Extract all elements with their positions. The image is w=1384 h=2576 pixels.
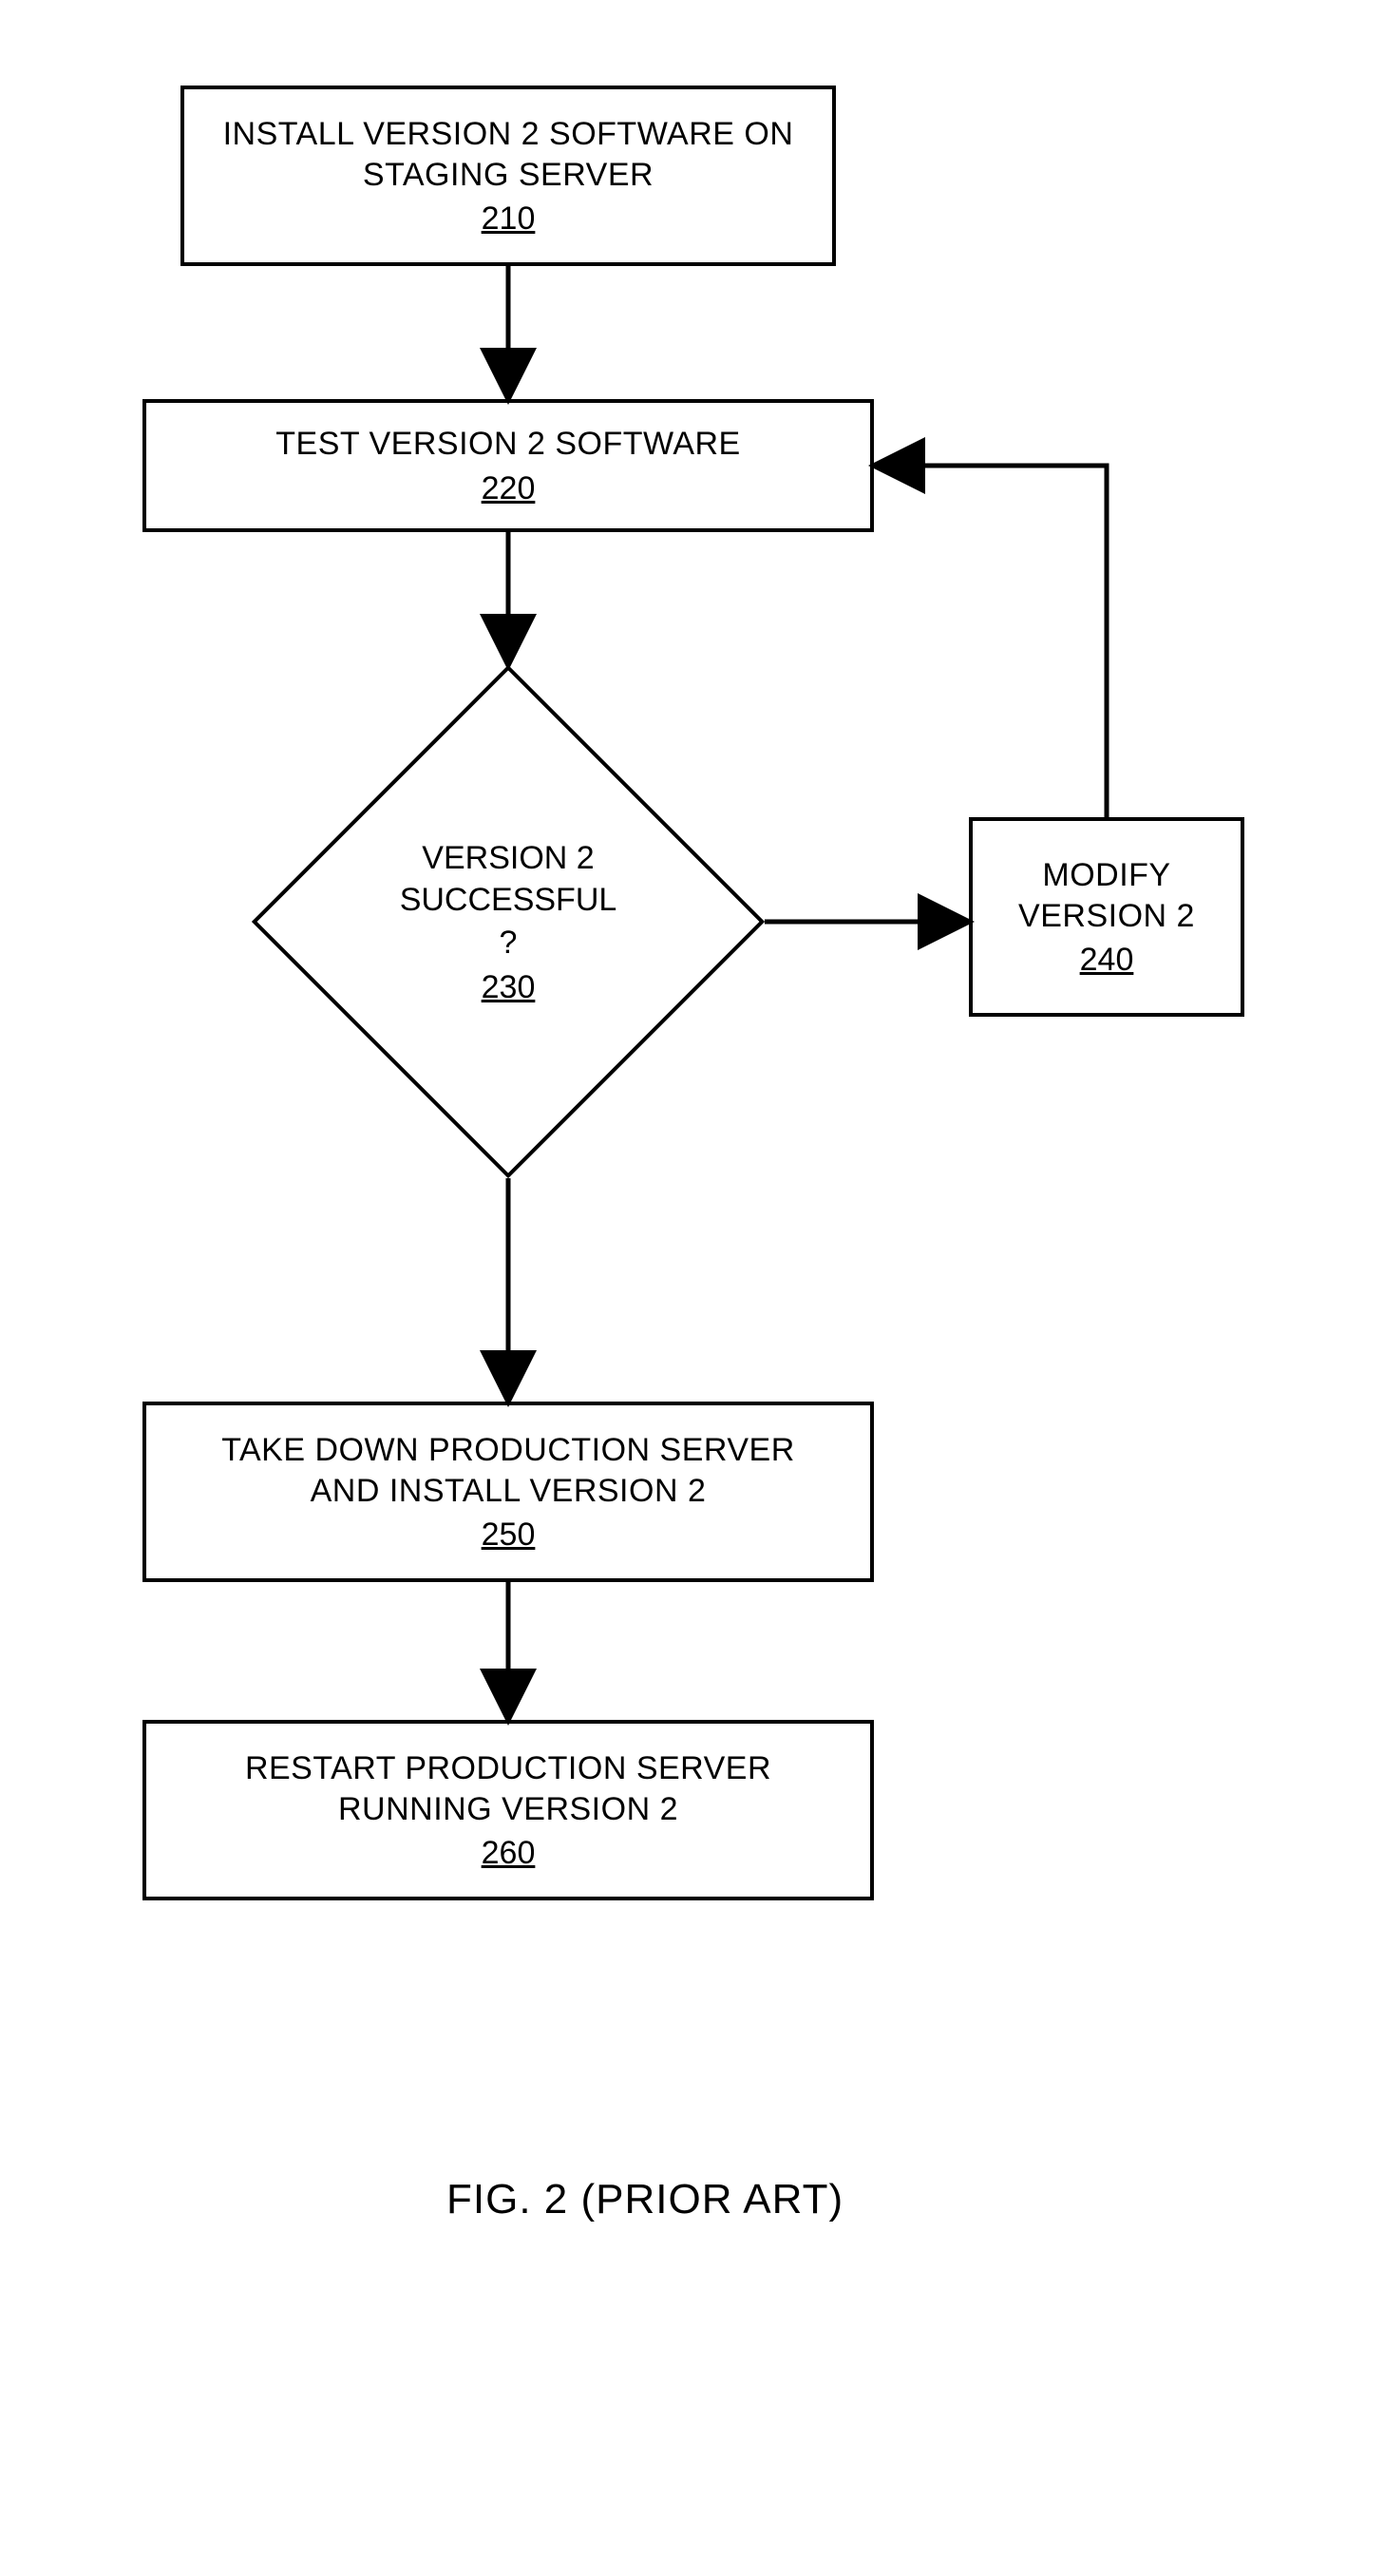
process-ref: 210 <box>482 200 536 238</box>
decision-box-230: VERSION 2 SUCCESSFUL ? 230 <box>252 665 765 1178</box>
decision-label: VERSION 2 SUCCESSFUL ? <box>400 837 617 964</box>
process-ref: 250 <box>482 1517 536 1554</box>
process-box-250: TAKE DOWN PRODUCTION SERVER AND INSTALL … <box>142 1402 874 1582</box>
process-label: TAKE DOWN PRODUCTION SERVER AND INSTALL … <box>221 1430 795 1511</box>
decision-ref: 230 <box>482 969 536 1006</box>
process-ref: 260 <box>482 1835 536 1872</box>
process-box-210: INSTALL VERSION 2 SOFTWARE ON STAGING SE… <box>180 86 836 266</box>
process-box-220: TEST VERSION 2 SOFTWARE 220 <box>142 399 874 532</box>
process-ref: 220 <box>482 470 536 507</box>
process-label: TEST VERSION 2 SOFTWARE <box>275 424 740 465</box>
process-label: RESTART PRODUCTION SERVER RUNNING VERSIO… <box>245 1748 771 1829</box>
process-label: MODIFY VERSION 2 <box>1018 855 1195 936</box>
process-box-260: RESTART PRODUCTION SERVER RUNNING VERSIO… <box>142 1720 874 1900</box>
process-ref: 240 <box>1080 942 1134 979</box>
flowchart-canvas: INSTALL VERSION 2 SOFTWARE ON STAGING SE… <box>0 0 1384 2576</box>
process-label: INSTALL VERSION 2 SOFTWARE ON STAGING SE… <box>223 114 794 195</box>
figure-caption: FIG. 2 (PRIOR ART) <box>446 2176 844 2223</box>
process-box-240: MODIFY VERSION 2 240 <box>969 817 1244 1017</box>
edge-240-220 <box>880 466 1107 817</box>
